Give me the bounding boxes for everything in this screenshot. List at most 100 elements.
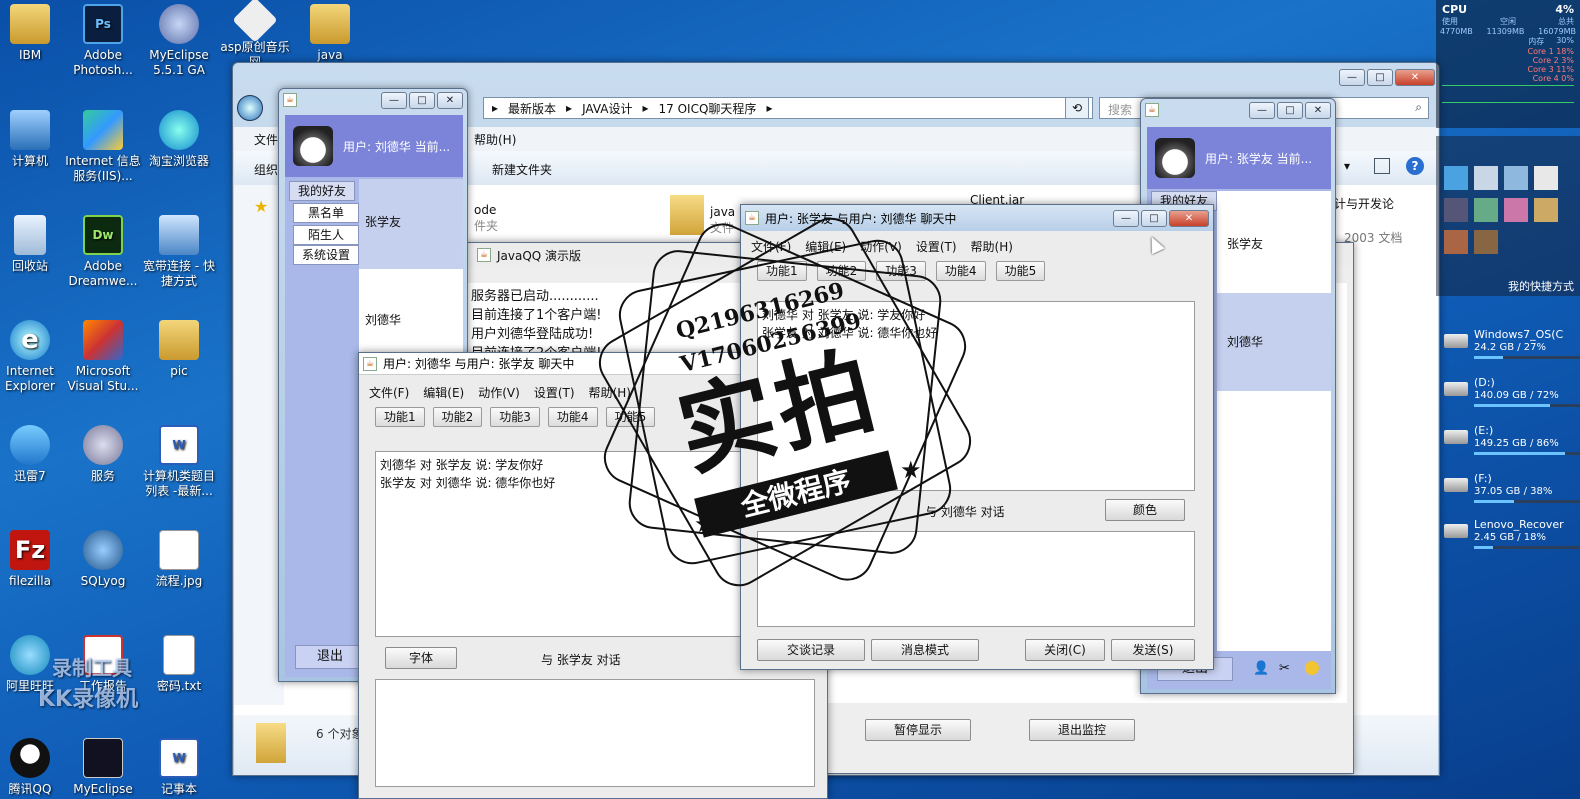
desktop-icon-flowchart[interactable]: 流程.jpg bbox=[141, 530, 217, 589]
stop-monitor-button[interactable]: 退出监控 bbox=[1029, 719, 1135, 741]
desktop-icon-ie[interactable]: e Internet Explorer bbox=[0, 320, 68, 394]
maximize-button[interactable]: □ bbox=[1277, 101, 1303, 119]
desktop-icon-broadband[interactable]: 宽带连接 - 快捷方式 bbox=[141, 215, 217, 289]
desktop-icon-filezilla[interactable]: Fz filezilla bbox=[0, 530, 68, 589]
minimize-button[interactable]: — bbox=[1249, 101, 1275, 119]
exit-button[interactable]: 退出 bbox=[295, 645, 365, 669]
drive-item[interactable]: (D:) 140.09 GB / 72% bbox=[1444, 376, 1580, 407]
function-4-button[interactable]: 功能4 bbox=[547, 407, 598, 427]
quick-launch-tile[interactable] bbox=[1444, 230, 1468, 254]
menu-settings[interactable]: 设置(T) bbox=[534, 384, 575, 401]
font-button[interactable]: 字体 bbox=[385, 647, 457, 669]
smiley-icon[interactable] bbox=[1305, 661, 1319, 675]
minimize-button[interactable]: — bbox=[1339, 68, 1365, 86]
message-mode-button[interactable]: 消息模式 bbox=[871, 639, 979, 661]
avatar bbox=[293, 126, 333, 166]
desktop-icon-asp-music[interactable]: asp原创音乐网 bbox=[217, 0, 293, 70]
address-bar[interactable]: ▸ 最新版本 ▸ JAVA设计 ▸ 17 OICQ聊天程序 ▸ ▾ bbox=[483, 97, 1093, 119]
desktop-icon-java[interactable]: java bbox=[292, 4, 368, 63]
close-button[interactable]: ✕ bbox=[1395, 68, 1435, 86]
close-button[interactable]: ✕ bbox=[1169, 209, 1209, 227]
quick-launch-tile[interactable] bbox=[1474, 230, 1498, 254]
minimize-button[interactable]: — bbox=[381, 91, 407, 109]
drive-item[interactable]: Windows7_OS(C 24.2 GB / 27% bbox=[1444, 328, 1580, 359]
file-item-code[interactable]: ode 件夹 bbox=[474, 203, 498, 234]
minimize-button[interactable]: — bbox=[1113, 209, 1139, 227]
pause-display-button[interactable]: 暂停显示 bbox=[865, 719, 971, 741]
desktop-icon-word-2[interactable]: W 记事本 bbox=[141, 738, 217, 797]
maximize-button[interactable]: □ bbox=[1367, 68, 1393, 86]
drive-item[interactable]: (F:) 37.05 GB / 38% bbox=[1444, 472, 1580, 503]
desktop-icon-iis[interactable]: Internet 信息服务(IIS)... bbox=[65, 110, 141, 184]
close-button[interactable]: ✕ bbox=[437, 91, 463, 109]
desktop-icon-computer[interactable]: 计算机 bbox=[0, 110, 68, 169]
quick-launch-tile[interactable] bbox=[1534, 198, 1558, 222]
quick-launch-tile[interactable] bbox=[1444, 198, 1468, 222]
view-options-icon[interactable]: ▾ bbox=[1344, 159, 1350, 173]
desktop-icon-ibm[interactable]: IBM bbox=[0, 4, 68, 63]
menu-help[interactable]: 帮助(H) bbox=[971, 238, 1013, 255]
desktop-icon-sqlyog[interactable]: SQLyog bbox=[65, 530, 141, 589]
breadcrumb-item-2[interactable]: JAVA设计 bbox=[582, 100, 632, 117]
desktop-icon-recycle-bin[interactable]: 回收站 bbox=[0, 215, 68, 274]
drive-item[interactable]: Lenovo_Recover 2.45 GB / 18% bbox=[1444, 518, 1580, 549]
desktop-icon-pic[interactable]: pic bbox=[141, 320, 217, 379]
explorer-back-button[interactable] bbox=[237, 95, 263, 121]
help-icon[interactable]: ? bbox=[1406, 157, 1424, 175]
desktop-icon-visual-studio[interactable]: Microsoft Visual Stu... bbox=[65, 320, 141, 394]
friend-item[interactable]: 刘德华 bbox=[1217, 293, 1331, 391]
send-button[interactable]: 发送(S) bbox=[1111, 639, 1195, 661]
function-5-button[interactable]: 功能5 bbox=[995, 261, 1046, 281]
desktop-icon-taobao-browser[interactable]: 淘宝浏览器 bbox=[141, 110, 217, 169]
desktop-icon-xunlei[interactable]: 迅雷7 bbox=[0, 425, 68, 484]
friend-item[interactable]: 张学友 bbox=[359, 179, 463, 269]
drive-item[interactable]: (E:) 149.25 GB / 86% bbox=[1444, 424, 1580, 455]
chat-history-button[interactable]: 交谈记录 bbox=[757, 639, 865, 661]
tab-system-settings[interactable]: 系统设置 bbox=[293, 245, 359, 265]
core-name: Core 1 bbox=[1527, 47, 1554, 56]
refresh-button[interactable]: ⟲ bbox=[1065, 97, 1089, 119]
recycle-bin-icon bbox=[14, 215, 46, 255]
chat-back-input[interactable] bbox=[375, 679, 815, 787]
desktop-icon-myeclipse-2[interactable]: MyEclipse bbox=[65, 738, 141, 797]
preview-pane-icon[interactable] bbox=[1374, 158, 1390, 174]
new-folder-button[interactable]: 新建文件夹 bbox=[492, 161, 552, 178]
desktop-icon-myeclipse[interactable]: MyEclipse 5.5.1 GA bbox=[141, 4, 217, 78]
desktop-icon-qq[interactable]: 腾讯QQ bbox=[0, 738, 68, 797]
maximize-button[interactable]: □ bbox=[1141, 209, 1167, 227]
desktop-icon-password-txt[interactable]: 密码.txt bbox=[141, 635, 217, 694]
tools-icon[interactable]: ✂ bbox=[1279, 661, 1290, 676]
friend-item[interactable]: 刘德华 bbox=[359, 269, 463, 359]
menu-action[interactable]: 动作(V) bbox=[478, 384, 520, 401]
color-button[interactable]: 颜色 bbox=[1105, 499, 1185, 521]
menu-file[interactable]: 文件(F) bbox=[369, 384, 409, 401]
friend-item[interactable]: 张学友 bbox=[1217, 191, 1331, 293]
quick-launch-tile[interactable] bbox=[1474, 166, 1498, 190]
quick-launch-tile[interactable] bbox=[1504, 198, 1528, 222]
qq-friends-icon[interactable]: 👤 bbox=[1253, 661, 1269, 676]
menu-edit[interactable]: 编辑(E) bbox=[423, 384, 464, 401]
close-chat-button[interactable]: 关闭(C) bbox=[1025, 639, 1105, 661]
breadcrumb-item-1[interactable]: 最新版本 bbox=[508, 100, 556, 117]
desktop-icon-services[interactable]: 服务 bbox=[65, 425, 141, 484]
cpu-graph bbox=[1442, 85, 1574, 103]
menu-file[interactable]: 文件 bbox=[254, 131, 278, 148]
maximize-button[interactable]: □ bbox=[409, 91, 435, 109]
function-1-button[interactable]: 功能1 bbox=[375, 407, 425, 427]
quick-launch-tile[interactable] bbox=[1534, 166, 1558, 190]
desktop-icon-dreamweaver[interactable]: Dw Adobe Dreamwe... bbox=[65, 215, 141, 289]
desktop-icon-word-list[interactable]: W 计算机类题目列表 -最新... bbox=[141, 425, 217, 499]
tab-strangers[interactable]: 陌生人 bbox=[293, 225, 359, 245]
organize-button[interactable]: 组织 bbox=[254, 161, 278, 178]
quick-launch-tile[interactable] bbox=[1444, 166, 1468, 190]
function-3-button[interactable]: 功能3 bbox=[490, 407, 540, 427]
close-button[interactable]: ✕ bbox=[1305, 101, 1331, 119]
quick-launch-tile[interactable] bbox=[1504, 166, 1528, 190]
tab-my-friends[interactable]: 我的好友 bbox=[289, 181, 355, 201]
desktop-icon-photoshop[interactable]: Ps Adobe Photosh... bbox=[65, 4, 141, 78]
function-2-button[interactable]: 功能2 bbox=[432, 407, 483, 427]
menu-help[interactable]: 帮助(H) bbox=[474, 131, 516, 148]
quick-launch-tile[interactable] bbox=[1474, 198, 1498, 222]
breadcrumb-item-3[interactable]: 17 OICQ聊天程序 bbox=[659, 100, 757, 117]
tab-blacklist[interactable]: 黑名单 bbox=[293, 203, 359, 223]
